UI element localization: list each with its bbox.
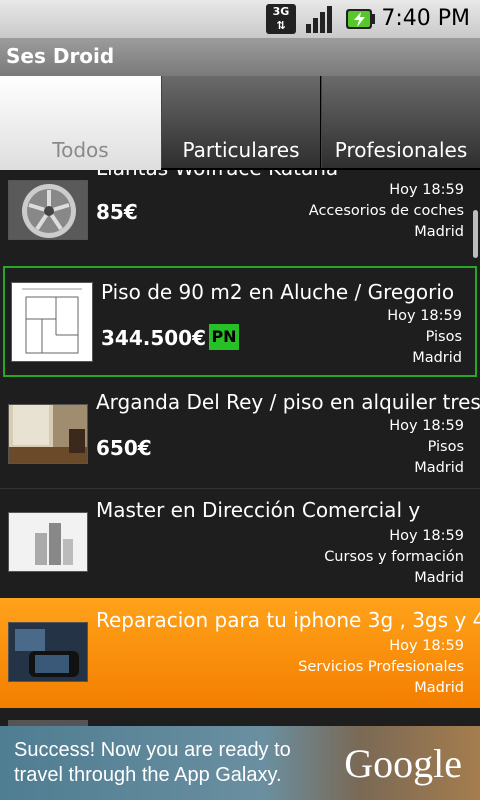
listing-meta: Hoy 18:59 Accesorios de coches Madrid [309, 180, 464, 243]
listing-meta: Hoy 18:59 Servicios Profesionales Madrid [298, 636, 464, 699]
listing-time: Hoy 18:59 [389, 418, 464, 434]
listing-meta: Hoy 18:59 Pisos Madrid [389, 416, 464, 479]
tab-particulares[interactable]: Particulares [161, 76, 320, 168]
listing-category: Pisos [425, 329, 462, 345]
course-image-icon [9, 513, 87, 571]
list-item[interactable]: Arganda Del Rey / piso en alquiler tres … [0, 380, 480, 488]
listing-price: 344.500€ [101, 326, 207, 350]
title-bar: Ses Droid [0, 38, 480, 76]
battery-charging-icon [346, 9, 375, 29]
listing-location: Madrid [414, 460, 464, 476]
listings-list[interactable]: Llantas Wolfrace Katana 85€ Hoy 18:59 Ac… [0, 170, 480, 726]
listing-meta: Hoy 18:59 Cursos y formación Madrid [324, 526, 464, 589]
tab-todos[interactable]: Todos [0, 76, 161, 170]
clock: 7:40 PM [381, 6, 470, 31]
network-3g-icon: 3G ⇅ [266, 4, 296, 34]
listing-location: Madrid [414, 570, 464, 586]
listing-time: Hoy 18:59 [387, 308, 462, 324]
listing-meta: Hoy 18:59 Pisos Madrid [387, 306, 462, 369]
listing-title: Arganda Del Rey / piso en alquiler tres [96, 390, 480, 414]
tab-label: Profesionales [334, 138, 468, 162]
listing-title: Master en Dirección Comercial y [96, 498, 421, 522]
listing-price: 85€ [96, 200, 138, 224]
listing-thumbnail [11, 282, 93, 362]
listing-category: Servicios Profesionales [298, 659, 464, 675]
list-item-highlighted[interactable]: Reparacion para tu iphone 3g , 3gs y 4 H… [0, 598, 480, 708]
list-item[interactable] [0, 708, 480, 726]
floor-plan-image-icon [12, 283, 92, 361]
listing-title: Llantas Wolfrace Katana [96, 170, 338, 180]
ad-text: Success! Now you are ready to travel thr… [14, 739, 291, 786]
iphone-image-icon [9, 623, 87, 681]
listing-time: Hoy 18:59 [389, 182, 464, 198]
listing-price: 650€ [96, 436, 152, 460]
listing-title: Piso de 90 m2 en Aluche / Gregorio [101, 280, 455, 304]
status-bar: 3G ⇅ 7:40 PM [0, 0, 480, 38]
google-logo: Google [344, 741, 462, 786]
listing-thumbnail [8, 404, 88, 464]
tab-label: Particulares [182, 138, 300, 162]
list-item[interactable]: Llantas Wolfrace Katana 85€ Hoy 18:59 Ac… [0, 170, 480, 256]
ad-banner[interactable]: Success! Now you are ready to travel thr… [0, 726, 480, 800]
listing-location: Madrid [414, 224, 464, 240]
wheel-image-icon [9, 181, 87, 239]
listing-category: Pisos [427, 439, 464, 455]
signal-icon [306, 6, 332, 33]
listing-category: Cursos y formación [324, 549, 464, 565]
tab-bar: Todos Particulares Profesionales [0, 76, 480, 170]
listing-location: Madrid [414, 680, 464, 696]
listing-thumbnail [8, 622, 88, 682]
pn-badge: PN [209, 324, 239, 350]
listing-location: Madrid [412, 350, 462, 366]
app-title: Ses Droid [6, 44, 115, 68]
listing-time: Hoy 18:59 [389, 638, 464, 654]
tab-label: Todos [52, 138, 109, 162]
tab-profesionales[interactable]: Profesionales [321, 76, 480, 168]
listing-thumbnail [8, 180, 88, 240]
listing-thumbnail [8, 512, 88, 572]
listing-title: Reparacion para tu iphone 3g , 3gs y 4 [96, 608, 480, 632]
list-item-selected[interactable]: Piso de 90 m2 en Aluche / Gregorio 344.5… [3, 266, 477, 377]
listing-time: Hoy 18:59 [389, 528, 464, 544]
scrollbar[interactable] [473, 210, 478, 258]
room-image-icon [9, 405, 87, 463]
listing-category: Accesorios de coches [308, 203, 464, 219]
network-type: 3G [272, 5, 290, 18]
list-item[interactable]: Master en Dirección Comercial y Hoy 18:5… [0, 488, 480, 598]
